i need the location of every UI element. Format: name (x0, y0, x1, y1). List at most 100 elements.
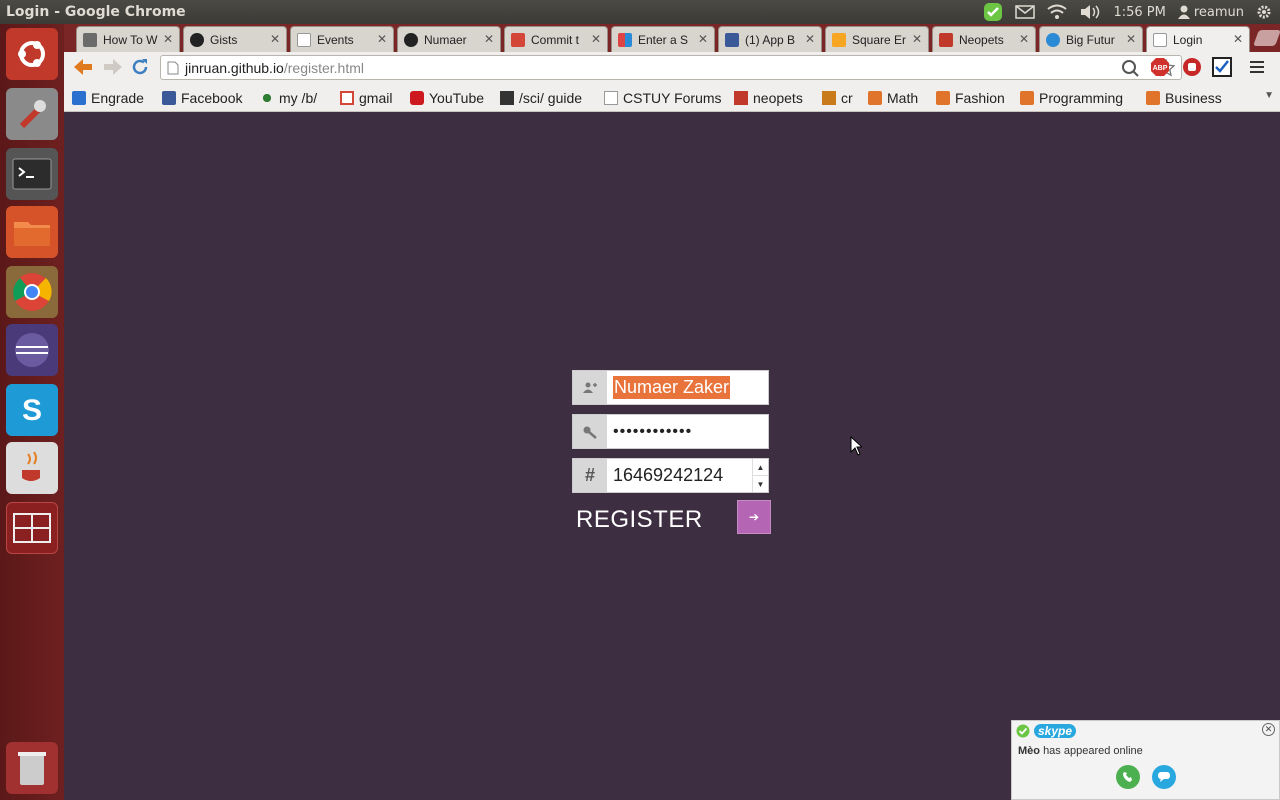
indicator-area: 1:56 PM reamun (983, 0, 1272, 24)
phone-icon (1123, 772, 1132, 782)
launcher-settings-button[interactable] (6, 88, 58, 140)
terminal-icon (12, 158, 52, 190)
bookmark-folder-fashion[interactable]: Fashion (936, 88, 1005, 108)
close-icon[interactable]: ✕ (1019, 32, 1029, 46)
svg-text:ABP: ABP (1153, 65, 1168, 72)
address-bar[interactable]: jinruan.github.io/register.html (160, 55, 1182, 80)
launcher-dash-button[interactable] (6, 28, 58, 80)
close-icon[interactable]: ✕ (805, 32, 815, 46)
launcher-trash-button[interactable] (6, 742, 58, 794)
tab-neopets[interactable]: Neopets ✕ (932, 26, 1036, 52)
launcher-files-button[interactable] (6, 206, 58, 258)
extension-search-icon[interactable] (1120, 58, 1140, 83)
name-input[interactable]: Numaer Zaker (607, 371, 768, 404)
tab-enter-a[interactable]: Enter a S ✕ (611, 26, 715, 52)
sigma-icon (500, 91, 514, 105)
mouse-cursor-icon (850, 436, 862, 456)
github-icon (190, 32, 204, 47)
tab-commit[interactable]: Commit t ✕ (504, 26, 608, 52)
volume-icon[interactable] (1079, 4, 1101, 20)
skype-status-icon[interactable] (983, 2, 1003, 22)
url-path: /register.html (283, 59, 364, 76)
name-value: Numaer Zaker (613, 376, 731, 399)
wifi-icon[interactable] (1047, 4, 1068, 20)
folder-icon (868, 91, 882, 105)
bookmark-engrade[interactable]: Engrade (72, 88, 144, 108)
square-icon (832, 32, 846, 47)
tab-login[interactable]: Login ✕ (1146, 26, 1250, 52)
checkbox-extension-icon[interactable] (1212, 57, 1232, 82)
forward-arrow-icon (104, 59, 122, 75)
bookmark-folder-programming[interactable]: Programming (1020, 88, 1123, 108)
ubuntu-logo-icon (18, 41, 45, 67)
bookmark-cr[interactable]: cr (822, 88, 853, 108)
tab-square[interactable]: Square Er ✕ (825, 26, 929, 52)
close-icon[interactable]: ✕ (377, 32, 387, 46)
tab-how-to[interactable]: How To W ✕ (76, 26, 180, 52)
bookmark-neopets[interactable]: neopets (734, 88, 803, 108)
close-icon[interactable]: ✕ (163, 32, 173, 46)
user-menu[interactable]: reamun (1177, 5, 1244, 20)
bookmark-youtube[interactable]: YouTube (410, 88, 484, 108)
bookmark-folder-business[interactable]: Business (1146, 88, 1222, 108)
window-title: Login - Google Chrome (6, 4, 186, 20)
bookmark-cstuy-forums[interactable]: CSTUY Forums (604, 88, 722, 108)
bookmark-my-b[interactable]: my /b/ (260, 88, 317, 108)
folder-icon (14, 222, 50, 246)
tab-app-b[interactable]: (1) App B ✕ (718, 26, 822, 52)
page-icon (1153, 32, 1167, 47)
register-submit-button[interactable]: ➔ (737, 500, 771, 534)
number-stepper[interactable]: ▲ ▼ (752, 459, 768, 492)
new-tab-button[interactable] (1253, 30, 1280, 46)
launcher-chrome-button[interactable] (6, 266, 58, 318)
stepper-down-icon[interactable]: ▼ (753, 475, 768, 492)
close-icon[interactable]: ✕ (1126, 32, 1136, 46)
tab-numaer[interactable]: Numaer ✕ (397, 26, 501, 52)
launcher-skype-button[interactable]: S (6, 384, 58, 436)
stepper-up-icon[interactable]: ▲ (753, 459, 768, 475)
java-cup-icon (22, 451, 40, 481)
stop-extension-icon[interactable] (1182, 57, 1202, 82)
tab-events[interactable]: Events ✕ (290, 26, 394, 52)
chrome-icon (13, 273, 52, 311)
back-button[interactable] (72, 56, 94, 83)
gear-icon[interactable] (1256, 4, 1272, 20)
skype-call-button[interactable] (1116, 765, 1140, 789)
facebook-icon (162, 91, 176, 105)
password-input[interactable]: •••••••••••• (607, 415, 768, 448)
skype-chat-button[interactable] (1152, 765, 1176, 789)
launcher-java-button[interactable] (6, 442, 58, 494)
bookmarks-overflow-icon[interactable]: ▼ (1264, 90, 1274, 101)
reload-button[interactable] (130, 57, 150, 82)
bookmark-facebook[interactable]: Facebook (162, 88, 242, 108)
skype-icon: S (22, 394, 42, 427)
forward-button[interactable] (102, 56, 124, 83)
reload-icon (132, 59, 148, 75)
tools-icon (19, 100, 46, 129)
adblock-icon[interactable]: ABP (1150, 57, 1170, 82)
close-icon[interactable]: ✕ (1262, 723, 1275, 736)
clover-icon (260, 91, 274, 105)
bookmark-folder-math[interactable]: Math (868, 88, 918, 108)
launcher-terminal-button[interactable] (6, 148, 58, 200)
skype-brand: skype (1034, 724, 1077, 738)
launcher-eclipse-button[interactable] (6, 324, 58, 376)
bookmark-gmail[interactable]: gmail (340, 88, 392, 108)
close-icon[interactable]: ✕ (591, 32, 601, 46)
clock[interactable]: 1:56 PM (1113, 5, 1165, 20)
mail-icon[interactable] (1015, 5, 1036, 19)
facebook-icon (725, 32, 739, 47)
close-icon[interactable]: ✕ (912, 32, 922, 46)
close-icon[interactable]: ✕ (698, 32, 708, 46)
close-icon[interactable]: ✕ (484, 32, 494, 46)
close-icon[interactable]: ✕ (270, 32, 280, 46)
id-number-input[interactable]: 16469242124 (607, 459, 768, 492)
gmail-icon (511, 32, 525, 47)
bookmark-sci-guide[interactable]: /sci/ guide (500, 88, 582, 108)
browser-toolbar: jinruan.github.io/register.html ABP (64, 52, 1280, 84)
tab-big-future[interactable]: Big Futur ✕ (1039, 26, 1143, 52)
close-icon[interactable]: ✕ (1233, 32, 1243, 46)
tab-gists[interactable]: Gists ✕ (183, 26, 287, 52)
menu-icon[interactable] (1250, 60, 1264, 79)
launcher-workspaces-button[interactable] (6, 502, 58, 554)
